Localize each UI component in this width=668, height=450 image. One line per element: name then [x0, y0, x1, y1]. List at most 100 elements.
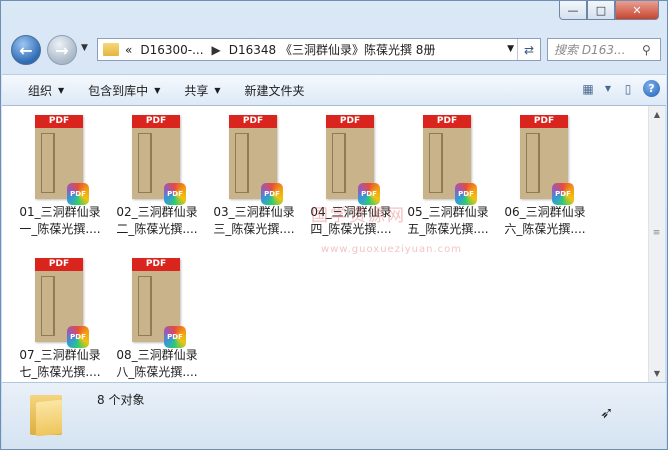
vertical-scrollbar[interactable]: ▲ ≡ ▼ — [648, 106, 665, 382]
details-pane: 8 个对象 ➶ — [2, 382, 666, 449]
refresh-icon: ⇄ — [523, 42, 535, 57]
forward-arrow-icon: → — [55, 40, 69, 60]
share-menu[interactable]: 共享 ▼ — [172, 82, 232, 99]
book-title-strip — [41, 276, 54, 336]
preview-pane-icon[interactable]: ▯ — [619, 81, 637, 97]
file-item[interactable]: PDF PDF 07_三洞群仙录 七_陈葆光撰.... — [12, 249, 108, 379]
include-in-library-menu[interactable]: 包含到库中 ▼ — [76, 82, 172, 99]
pdf-file-icon: PDF PDF — [132, 258, 186, 348]
help-icon[interactable]: ? — [643, 80, 660, 97]
pdf-band: PDF — [520, 115, 568, 128]
book-title-strip — [235, 133, 248, 193]
file-item[interactable]: PDF PDF 03_三洞群仙录 三_陈葆光撰.... — [206, 106, 302, 236]
pdf-app-badge-icon: PDF — [67, 326, 89, 348]
file-name-line1: 08_三洞群仙录 — [116, 348, 198, 362]
file-list-area[interactable]: PDF PDF 01_三洞群仙录 一_陈葆光撰.... PDF PDF 02_三洞群仙录 二_… — [2, 106, 648, 382]
mouse-cursor-icon: ➶ — [600, 403, 614, 422]
pdf-band: PDF — [423, 115, 471, 128]
navigation-bar: ← → ▼ « D16300-... ▶ D16348 《三洞群仙录》陈葆光撰 … — [9, 33, 661, 67]
forward-button[interactable]: → — [47, 35, 77, 65]
breadcrumb-item-parent[interactable]: D16300-... — [140, 43, 203, 57]
refresh-button[interactable]: ⇄ — [517, 39, 540, 60]
file-name-line2: 五_陈葆光撰.... — [407, 222, 489, 236]
pdf-file-icon: PDF PDF — [132, 115, 186, 205]
file-name: 06_三洞群仙录 六_陈葆光撰.... — [497, 204, 593, 238]
address-dropdown-icon[interactable]: ▼ — [507, 44, 514, 54]
file-name: 05_三洞群仙录 五_陈葆光撰.... — [400, 204, 496, 238]
organize-label: 组织 — [28, 83, 53, 98]
file-item[interactable]: PDF PDF 06_三洞群仙录 六_陈葆光撰.... — [497, 106, 593, 236]
folder-icon — [103, 43, 119, 56]
book-title-strip — [138, 133, 151, 193]
file-name-line1: 07_三洞群仙录 — [19, 348, 101, 362]
file-name: 04_三洞群仙录 四_陈葆光撰.... — [303, 204, 399, 238]
file-name: 07_三洞群仙录 七_陈葆光撰.... — [12, 347, 108, 381]
file-item[interactable]: PDF PDF 05_三洞群仙录 五_陈葆光撰.... — [400, 106, 496, 236]
search-input[interactable]: 搜索 D163... — [548, 41, 642, 58]
file-name-line1: 03_三洞群仙录 — [213, 205, 295, 219]
back-button[interactable]: ← — [11, 35, 41, 65]
file-name: 08_三洞群仙录 八_陈葆光撰.... — [109, 347, 205, 381]
breadcrumb-chevron-icon[interactable]: ▶ — [212, 43, 221, 57]
breadcrumb-overflow[interactable]: « — [125, 43, 132, 57]
file-item[interactable]: PDF PDF 02_三洞群仙录 二_陈葆光撰.... — [109, 106, 205, 236]
file-name-line2: 八_陈葆光撰.... — [116, 365, 198, 379]
search-icon[interactable]: ⚲ — [642, 43, 660, 57]
pdf-file-icon: PDF PDF — [520, 115, 574, 205]
file-name: 03_三洞群仙录 三_陈葆光撰.... — [206, 204, 302, 238]
file-name-line2: 三_陈葆光撰.... — [213, 222, 295, 236]
pdf-band: PDF — [326, 115, 374, 128]
file-name-line2: 七_陈葆光撰.... — [19, 365, 101, 379]
file-name-line2: 一_陈葆光撰.... — [19, 222, 101, 236]
new-folder-button[interactable]: 新建文件夹 — [233, 82, 317, 99]
pdf-app-badge-icon: PDF — [164, 183, 186, 205]
pdf-band: PDF — [35, 115, 83, 128]
share-label: 共享 — [184, 83, 209, 98]
pdf-file-icon: PDF PDF — [423, 115, 477, 205]
change-view-icon[interactable]: ▦ — [579, 81, 597, 97]
book-title-strip — [41, 133, 54, 193]
include-in-library-label: 包含到库中 — [88, 83, 149, 98]
chevron-down-icon: ▼ — [58, 85, 65, 95]
pdf-app-badge-icon: PDF — [261, 183, 283, 205]
book-title-strip — [429, 133, 442, 193]
pdf-app-badge-icon: PDF — [455, 183, 477, 205]
file-name-line1: 02_三洞群仙录 — [116, 205, 198, 219]
recent-pages-dropdown-icon[interactable]: ▼ — [81, 43, 88, 53]
pdf-band: PDF — [132, 258, 180, 271]
minimize-button[interactable]: — — [559, 1, 587, 20]
new-folder-label: 新建文件夹 — [244, 83, 305, 98]
scroll-down-icon[interactable]: ▼ — [649, 365, 665, 382]
pdf-app-badge-icon: PDF — [164, 326, 186, 348]
book-title-strip — [138, 276, 151, 336]
file-item[interactable]: PDF PDF 01_三洞群仙录 一_陈葆光撰.... — [12, 106, 108, 236]
pdf-app-badge-icon: PDF — [358, 183, 380, 205]
file-name-line1: 05_三洞群仙录 — [407, 205, 489, 219]
view-options-dropdown-icon[interactable]: ▼ — [603, 81, 613, 97]
file-name-line2: 六_陈葆光撰.... — [504, 222, 586, 236]
file-item[interactable]: PDF PDF 04_三洞群仙录 四_陈葆光撰.... — [303, 106, 399, 236]
pdf-app-badge-icon: PDF — [552, 183, 574, 205]
large-folder-icon — [30, 391, 66, 437]
maximize-button[interactable]: □ — [587, 1, 615, 20]
address-bar[interactable]: « D16300-... ▶ D16348 《三洞群仙录》陈葆光撰 8册 ▼ ⇄ — [97, 38, 541, 61]
window-controls: — □ ✕ — [559, 1, 659, 20]
scroll-up-icon[interactable]: ▲ — [649, 106, 665, 123]
close-button[interactable]: ✕ — [615, 1, 659, 20]
pdf-file-icon: PDF PDF — [35, 258, 89, 348]
item-count: 8 个对象 — [97, 393, 145, 407]
book-title-strip — [332, 133, 345, 193]
organize-menu[interactable]: 组织 ▼ — [2, 82, 76, 99]
search-box[interactable]: 搜索 D163... ⚲ — [547, 38, 661, 61]
pdf-file-icon: PDF PDF — [229, 115, 283, 205]
pdf-band: PDF — [132, 115, 180, 128]
file-item[interactable]: PDF PDF 08_三洞群仙录 八_陈葆光撰.... — [109, 249, 205, 379]
chevron-down-icon: ▼ — [154, 85, 161, 95]
back-arrow-icon: ← — [19, 40, 33, 60]
pdf-file-icon: PDF PDF — [35, 115, 89, 205]
file-name-line2: 二_陈葆光撰.... — [116, 222, 198, 236]
scroll-thumb[interactable]: ≡ — [651, 226, 662, 240]
pdf-band: PDF — [229, 115, 277, 128]
breadcrumb-item-current[interactable]: D16348 《三洞群仙录》陈葆光撰 8册 — [229, 41, 436, 58]
pdf-band: PDF — [35, 258, 83, 271]
